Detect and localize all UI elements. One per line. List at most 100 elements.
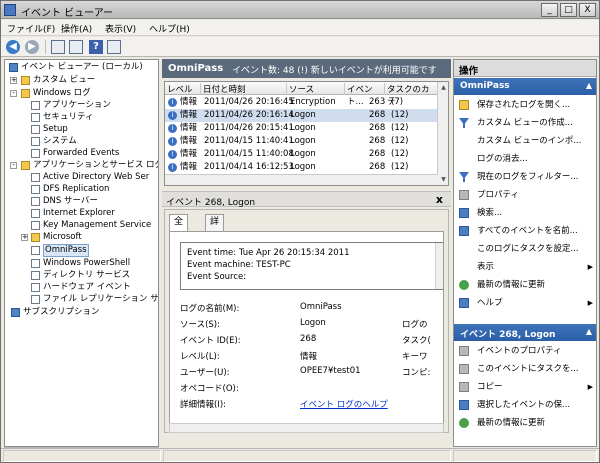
action-attach-task-to-log[interactable]: このログにタスクを設定...	[454, 240, 596, 258]
column-event-id[interactable]: イベント...	[345, 83, 385, 107]
table-row[interactable]: i 情報 2011/04/15 11:40:08 Logon 268 (12)	[165, 148, 438, 161]
menu-file[interactable]: ファイル(F)	[7, 22, 55, 35]
table-row[interactable]: i 情報 2011/04/26 20:15:41 Logon 268 (12)	[165, 122, 438, 135]
open-folder-icon	[459, 100, 469, 110]
collapse-section-icon[interactable]: ▲	[586, 81, 592, 90]
tab-general[interactable]: 全般	[169, 214, 189, 242]
cell-level: 情報	[180, 162, 198, 172]
close-detail-icon[interactable]: x	[436, 193, 443, 206]
prop-label: 詳細情報(I):	[180, 400, 227, 410]
blank-icon	[459, 136, 469, 146]
cell-level: 情報	[180, 149, 198, 159]
action-copy[interactable]: コピー ▶	[454, 378, 596, 396]
help-icon[interactable]: ?	[89, 40, 103, 54]
action-label: 表示	[477, 262, 495, 272]
window-title: イベント ビューアー	[21, 8, 114, 19]
close-button[interactable]: X	[579, 3, 596, 17]
find-icon	[459, 208, 469, 218]
actions-header: 操作	[454, 60, 596, 77]
table-row[interactable]: i 情報 2011/04/14 16:12:53 Logon 268 (12)	[165, 161, 438, 174]
message-line: Event time: Tue Apr 26 20:15:34 2011	[187, 248, 350, 258]
scroll-up-icon[interactable]: ▲	[439, 83, 448, 92]
cell-level: 情報	[180, 136, 198, 146]
tree-item-label: Active Directory Web Ser	[43, 172, 150, 182]
action-attach-task-to-event[interactable]: このイベントにタスクを...	[454, 360, 596, 378]
actions-section-event[interactable]: イベント 268, Logon ▲	[454, 324, 596, 341]
actions-section-title: OmniPass	[460, 81, 510, 91]
action-label: コピー	[477, 382, 503, 392]
event-message-box[interactable]: Event time: Tue Apr 26 20:15:34 2011 Eve…	[180, 242, 443, 290]
minimize-button[interactable]: _	[541, 3, 558, 17]
maximize-button[interactable]: □	[560, 3, 577, 17]
expand-icon[interactable]: +	[21, 234, 28, 241]
action-properties[interactable]: プロパティ	[454, 186, 596, 204]
action-view[interactable]: 表示 ▶	[454, 258, 596, 276]
toolbar: ◀ ▶ ?	[1, 37, 599, 57]
actions-header-label: 操作	[459, 66, 479, 77]
action-refresh-event[interactable]: 最新の情報に更新	[454, 414, 596, 432]
action-label: 保存されたログを開く...	[477, 100, 571, 110]
table-row[interactable]: i 情報 2011/04/26 20:16:14 Logon 268 (12)	[165, 109, 438, 122]
action-open-saved-log[interactable]: 保存されたログを開く...	[454, 96, 596, 114]
cell-task: (7)	[391, 97, 404, 107]
action-label: 選択したイベントの保...	[477, 400, 571, 410]
tab-details[interactable]: 詳細	[205, 214, 225, 242]
action-label: イベントのプロパティ	[477, 346, 562, 356]
cell-task: (12)	[391, 162, 409, 172]
table-row[interactable]: i 情報 2011/04/15 11:40:41 Logon 268 (12)	[165, 135, 438, 148]
help-icon	[459, 298, 469, 308]
column-source[interactable]: ソース	[287, 83, 345, 95]
collapse-icon[interactable]: -	[10, 90, 17, 97]
menu-view[interactable]: 表示(V)	[105, 22, 136, 35]
log-header: OmniPass イベント数: 48 (!) 新しいイベントが利用可能です	[162, 59, 451, 78]
event-detail-title: イベント 268, Logon	[166, 198, 256, 208]
blank-icon	[459, 244, 469, 254]
action-help[interactable]: ヘルプ ▶	[454, 294, 596, 312]
column-task-category[interactable]: タスクのカテ	[385, 83, 438, 107]
tree-item-label: ディレクトリ サービス	[43, 270, 131, 280]
action-save-all-events-as[interactable]: すべてのイベントを名前...	[454, 222, 596, 240]
scroll-down-icon[interactable]: ▼	[439, 175, 448, 184]
expand-icon[interactable]: +	[10, 77, 17, 84]
tree-item-label: ファイル レプリケーション サー	[43, 294, 159, 304]
prop-label: キーワ	[402, 352, 428, 362]
up-folder-icon[interactable]	[51, 40, 65, 54]
menu-help[interactable]: ヘルプ(H)	[149, 22, 190, 35]
back-arrow-icon[interactable]: ◀	[6, 40, 20, 54]
event-list-horizontal-scrollbar[interactable]	[165, 174, 438, 185]
collapse-section-icon[interactable]: ▲	[586, 327, 592, 336]
collapse-icon[interactable]: -	[10, 162, 17, 169]
message-vertical-scrollbar[interactable]	[435, 243, 443, 289]
actions-section-omnipass[interactable]: OmniPass ▲	[454, 78, 596, 95]
action-refresh[interactable]: 最新の情報に更新	[454, 276, 596, 294]
folder-icon	[21, 89, 30, 98]
column-level[interactable]: レベル	[165, 83, 201, 95]
action-save-selected-events[interactable]: 選択したイベントの保...	[454, 396, 596, 414]
cell-event-id: 268	[369, 136, 386, 146]
column-datetime[interactable]: 日付と時刻	[201, 83, 287, 95]
action-filter-current-log[interactable]: 現在のログをフィルター...	[454, 168, 596, 186]
action-create-custom-view[interactable]: カスタム ビューの作成...	[454, 114, 596, 132]
table-row[interactable]: i 情報 2011/04/26 20:16:45 Encryption 263 …	[165, 96, 438, 109]
menu-action[interactable]: 操作(A)	[61, 22, 92, 35]
show-hide-action-pane-icon[interactable]	[107, 40, 121, 54]
cell-event-id: 268	[369, 110, 386, 120]
log-icon	[31, 173, 40, 182]
forward-arrow-icon[interactable]: ▶	[25, 40, 39, 54]
action-find[interactable]: 検索...	[454, 204, 596, 222]
event-list-vertical-scrollbar[interactable]: ▲ ▼	[437, 82, 448, 185]
detail-horizontal-scrollbar[interactable]	[169, 423, 444, 433]
action-import-custom-view[interactable]: カスタム ビューのインポ...	[454, 132, 596, 150]
tree-item-label: Forwarded Events	[43, 148, 120, 158]
submenu-arrow-icon: ▶	[587, 383, 593, 391]
cell-source: Logon	[290, 136, 316, 146]
message-line: Event Source:	[187, 272, 247, 282]
prop-label: オペコード(O):	[180, 384, 239, 394]
action-event-properties[interactable]: イベントのプロパティ	[454, 342, 596, 360]
event-log-help-link[interactable]: イベント ログのヘルプ	[300, 398, 388, 410]
prop-label: ユーザー(U):	[180, 368, 230, 378]
status-segment	[163, 450, 451, 462]
action-clear-log[interactable]: ログの消去...	[454, 150, 596, 168]
action-label: 最新の情報に更新	[477, 280, 546, 290]
show-hide-tree-icon[interactable]	[69, 40, 83, 54]
